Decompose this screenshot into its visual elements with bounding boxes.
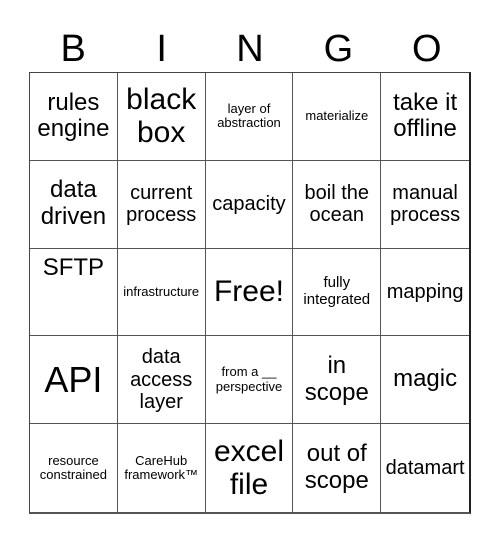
bingo-grid: rules engine black box layer of abstract… xyxy=(29,72,471,514)
bingo-cell[interactable]: magic xyxy=(381,336,469,425)
bingo-cell[interactable]: excel file xyxy=(206,424,294,512)
header-letter-n: N xyxy=(236,28,264,70)
header-letter-b: B xyxy=(60,28,86,70)
bingo-cell[interactable]: mapping xyxy=(381,249,469,337)
bingo-cell[interactable]: black box xyxy=(117,73,206,161)
bingo-cell[interactable]: data access layer xyxy=(117,336,206,425)
bingo-cell[interactable]: from a __ perspective xyxy=(205,336,294,425)
bingo-cell[interactable]: datamart xyxy=(381,424,469,512)
bingo-cell[interactable]: data driven xyxy=(30,160,118,249)
bingo-cell[interactable]: capacity xyxy=(205,160,294,249)
bingo-cell[interactable]: materialize xyxy=(293,73,382,161)
header-letter-i: I xyxy=(156,28,167,70)
header-letter-o: O xyxy=(412,28,442,70)
bingo-cell[interactable]: resource constrained xyxy=(30,424,118,512)
bingo-cell[interactable]: take it offline xyxy=(381,73,469,161)
free-space-cell[interactable]: Free! xyxy=(205,248,294,337)
bingo-cell[interactable]: fully integrated xyxy=(293,248,382,337)
bingo-cell[interactable]: rules engine xyxy=(30,73,118,161)
header-letter-g: G xyxy=(323,28,354,70)
bingo-cell[interactable]: manual process xyxy=(381,161,469,249)
bingo-cell[interactable]: infrastructure xyxy=(117,248,206,337)
bingo-cell[interactable]: out of scope xyxy=(293,424,382,512)
bingo-cell[interactable]: API xyxy=(30,336,118,425)
bingo-cell[interactable]: layer of abstraction xyxy=(205,73,294,161)
bingo-header: B I N G O xyxy=(29,26,471,72)
bingo-cell[interactable]: in scope xyxy=(293,336,382,425)
bingo-cell[interactable]: current process xyxy=(117,160,206,249)
bingo-cell[interactable]: boil the ocean xyxy=(293,160,382,249)
bingo-cell[interactable]: SFTP xyxy=(30,248,118,337)
bingo-cell[interactable]: CareHub framework™ xyxy=(118,424,206,512)
